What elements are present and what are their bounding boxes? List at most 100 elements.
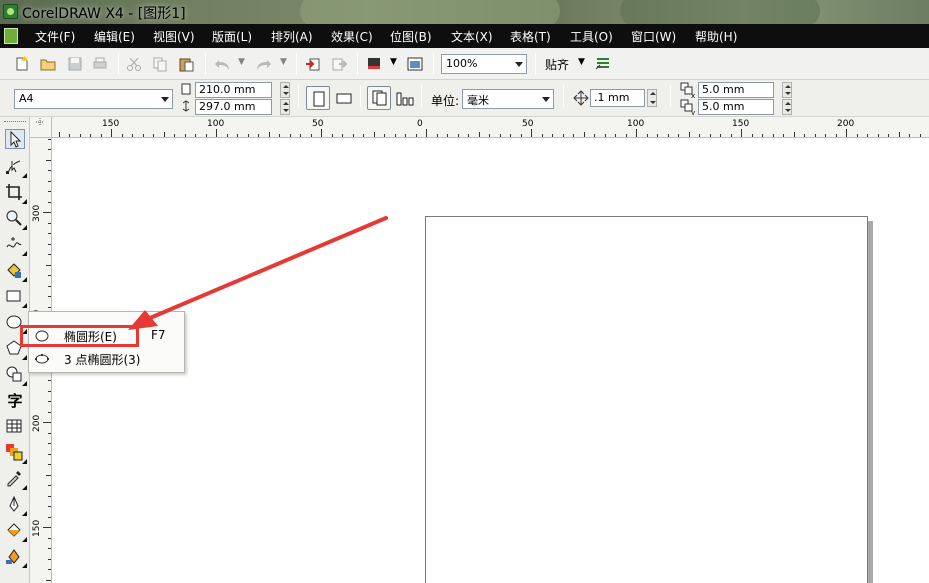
three-point-ellipse-icon bbox=[35, 354, 49, 364]
shape-tool-icon[interactable] bbox=[5, 157, 27, 178]
redo-icon[interactable] bbox=[256, 56, 272, 72]
new-icon[interactable] bbox=[14, 56, 30, 72]
import-icon[interactable] bbox=[305, 56, 321, 72]
freehand-tool-icon[interactable] bbox=[5, 235, 27, 256]
document-icon[interactable] bbox=[4, 28, 18, 44]
undo-icon[interactable] bbox=[214, 56, 230, 72]
ruler-label: 0 bbox=[417, 119, 423, 129]
paste-icon[interactable] bbox=[178, 56, 194, 72]
portrait-icon bbox=[313, 91, 325, 107]
smart-fill-icon[interactable] bbox=[5, 261, 27, 282]
coreldraw-icon[interactable] bbox=[3, 4, 18, 19]
toolbox: 字 bbox=[0, 117, 30, 583]
menu-tools[interactable]: 工具(O) bbox=[570, 28, 613, 45]
menu-bar: 文件(F) 编辑(E) 视图(V) 版面(L) 排列(A) 效果(C) 位图(B… bbox=[0, 24, 929, 48]
units-label: 单位: bbox=[431, 94, 460, 108]
fill-tool-icon[interactable] bbox=[5, 521, 27, 542]
ruler-label: 150 bbox=[732, 119, 750, 129]
snap-dropdown-icon[interactable]: ▼ bbox=[578, 57, 585, 67]
units-value: 毫米 bbox=[467, 94, 489, 107]
standard-toolbar: ▼ ▼ ▼ 100% 贴齐 ▼ bbox=[0, 48, 929, 80]
ruler-label: 150 bbox=[102, 119, 120, 129]
welcome-screen-icon[interactable] bbox=[407, 56, 423, 72]
menu-bitmaps[interactable]: 位图(B) bbox=[390, 28, 432, 45]
options-icon[interactable] bbox=[595, 56, 611, 72]
page-width-input[interactable]: 210.0 mm bbox=[195, 82, 272, 98]
snap-to-menu[interactable]: 贴齐 bbox=[545, 56, 569, 73]
ruler-label: 200 bbox=[837, 119, 855, 129]
eyedropper-icon[interactable] bbox=[5, 469, 27, 490]
menu-view[interactable]: 视图(V) bbox=[153, 28, 195, 45]
menu-edit[interactable]: 编辑(E) bbox=[94, 28, 135, 45]
export-icon[interactable] bbox=[331, 56, 347, 72]
ruler-origin[interactable] bbox=[30, 117, 52, 138]
ruler-label: 150 bbox=[32, 519, 42, 537]
landscape-icon[interactable] bbox=[336, 90, 352, 106]
ruler-label: 50 bbox=[522, 119, 534, 129]
svg-text:x: x bbox=[691, 92, 695, 98]
zoom-combo[interactable]: 100% bbox=[441, 54, 527, 74]
duplicate-x-spinner[interactable] bbox=[782, 82, 792, 98]
menu-text[interactable]: 文本(X) bbox=[451, 28, 493, 45]
flyout-item-3-point-ellipse[interactable]: 3 点椭圆形(3) bbox=[29, 348, 184, 370]
ruler-label: 300 bbox=[32, 204, 42, 222]
all-pages-button[interactable] bbox=[367, 86, 391, 110]
duplicate-y-icon: y bbox=[680, 99, 695, 115]
page-width-icon bbox=[181, 83, 191, 95]
duplicate-x-icon: x bbox=[680, 82, 695, 98]
page-width-spinner[interactable] bbox=[280, 82, 290, 98]
pick-tool-icon[interactable] bbox=[5, 129, 25, 149]
units-combo[interactable]: 毫米 bbox=[462, 89, 554, 109]
copy-icon[interactable] bbox=[152, 56, 168, 72]
menu-effects[interactable]: 效果(C) bbox=[331, 28, 373, 45]
open-icon[interactable] bbox=[40, 56, 56, 72]
nudge-icon bbox=[573, 90, 589, 106]
ruler-label: 50 bbox=[312, 119, 324, 129]
menu-help[interactable]: 帮助(H) bbox=[695, 28, 737, 45]
rectangle-tool-icon[interactable] bbox=[5, 287, 27, 308]
nudge-spinner[interactable] bbox=[647, 89, 657, 107]
zoom-value: 100% bbox=[446, 57, 478, 70]
all-pages-icon bbox=[372, 90, 387, 106]
crop-tool-icon[interactable] bbox=[5, 183, 27, 204]
basic-shapes-icon[interactable] bbox=[5, 365, 27, 386]
toolbox-grip[interactable] bbox=[4, 121, 26, 123]
cut-icon[interactable] bbox=[126, 56, 142, 72]
current-page-icon[interactable] bbox=[396, 90, 414, 106]
menu-arrange[interactable]: 排列(A) bbox=[271, 28, 313, 45]
zoom-tool-icon[interactable] bbox=[5, 209, 27, 230]
flyout-item-shortcut: F7 bbox=[151, 328, 166, 342]
duplicate-y-spinner[interactable] bbox=[782, 99, 792, 115]
paper-type-combo[interactable]: A4 bbox=[14, 89, 173, 109]
interactive-fill-icon[interactable] bbox=[5, 547, 27, 568]
page-height-icon bbox=[182, 100, 190, 112]
ruler-label: 100 bbox=[627, 119, 645, 129]
paper-type-value: A4 bbox=[19, 92, 34, 105]
horizontal-ruler[interactable]: 150 100 50 0 50 100 150 200 bbox=[52, 117, 929, 138]
ruler-label: 200 bbox=[32, 414, 42, 432]
window-title: CorelDRAW X4 - [图形1] bbox=[22, 6, 186, 22]
svg-text:y: y bbox=[691, 109, 695, 115]
page-height-input[interactable]: 297.0 mm bbox=[195, 99, 272, 115]
drawing-page[interactable] bbox=[425, 216, 868, 583]
page-height-spinner[interactable] bbox=[280, 99, 290, 115]
text-tool-icon[interactable]: 字 bbox=[5, 391, 25, 411]
menu-file[interactable]: 文件(F) bbox=[35, 28, 75, 45]
print-icon[interactable] bbox=[92, 56, 108, 72]
duplicate-x-input[interactable]: 5.0 mm bbox=[698, 82, 774, 98]
title-bar: CorelDRAW X4 - [图形1] bbox=[0, 0, 929, 24]
duplicate-y-input[interactable]: 5.0 mm bbox=[698, 99, 774, 115]
outline-tool-icon[interactable] bbox=[5, 495, 27, 516]
annotation-highlight-box bbox=[20, 325, 139, 347]
nudge-input[interactable]: .1 mm bbox=[590, 89, 645, 107]
portrait-button[interactable] bbox=[306, 86, 330, 110]
menu-table[interactable]: 表格(T) bbox=[510, 28, 551, 45]
application-launcher-icon[interactable] bbox=[366, 56, 382, 72]
property-bar: A4 210.0 mm 297.0 mm 单位: 毫米 .1 mm x 5.0 … bbox=[0, 80, 929, 117]
menu-window[interactable]: 窗口(W) bbox=[631, 28, 676, 45]
menu-layout[interactable]: 版面(L) bbox=[212, 28, 252, 45]
interactive-blend-icon[interactable] bbox=[5, 443, 27, 464]
table-tool-icon[interactable] bbox=[5, 417, 25, 437]
save-icon[interactable] bbox=[67, 56, 83, 72]
flyout-item-label: 3 点椭圆形(3) bbox=[64, 353, 141, 367]
